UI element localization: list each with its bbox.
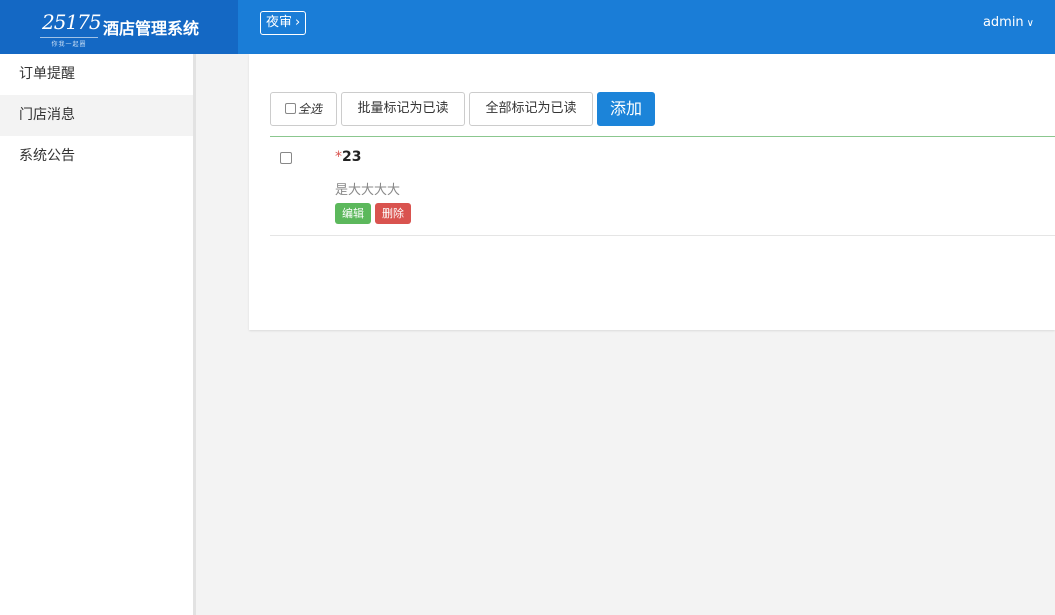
- select-all-button[interactable]: 全选: [270, 92, 337, 126]
- logo-number: 25175: [42, 10, 102, 34]
- message-content: 是大大大大: [335, 183, 401, 198]
- message-title-text: 23: [342, 149, 362, 165]
- sidebar-item-label: 门店消息: [19, 107, 75, 123]
- sidebar: 订单提醒 门店消息 系统公告: [0, 54, 196, 615]
- sidebar-item-system-notice[interactable]: 系统公告: [0, 136, 193, 177]
- sidebar-item-label: 订单提醒: [19, 66, 75, 82]
- mark-all-read-button[interactable]: 全部标记为已读: [469, 92, 593, 126]
- select-all-label: 全选: [297, 102, 322, 116]
- message-panel: 全选 批量标记为已读 全部标记为已读 添加 *23 是大大大大 编辑 删除: [249, 54, 1055, 330]
- sidebar-item-order-reminder[interactable]: 订单提醒: [0, 54, 193, 95]
- delete-button[interactable]: 删除: [375, 203, 411, 224]
- row-checkbox[interactable]: [280, 152, 292, 164]
- logo: 25175 你我一起圈: [40, 6, 102, 48]
- required-star: *: [335, 149, 342, 165]
- chevron-down-icon: ∨: [1026, 18, 1034, 29]
- logo-tagline: 你我一起圈: [40, 37, 98, 48]
- brand-area: 25175 你我一起圈 酒店管理系统: [0, 0, 238, 54]
- add-button[interactable]: 添加: [597, 92, 655, 126]
- sidebar-item-label: 系统公告: [19, 148, 75, 164]
- sidebar-item-store-messages[interactable]: 门店消息: [0, 95, 193, 136]
- user-menu[interactable]: admin ∨: [983, 15, 1034, 30]
- list-item: *23 是大大大大 编辑 删除: [270, 137, 1055, 236]
- edit-button[interactable]: 编辑: [335, 203, 371, 224]
- select-all-checkbox[interactable]: [284, 103, 296, 114]
- app-title: 酒店管理系统: [103, 19, 200, 38]
- user-name: admin: [982, 15, 1024, 30]
- night-audit-label: 夜审: [266, 15, 293, 30]
- top-header: 25175 你我一起圈 酒店管理系统 夜审 › admin ∨: [0, 0, 1055, 54]
- chevron-right-icon: ›: [295, 15, 301, 30]
- night-audit-button[interactable]: 夜审 ›: [260, 11, 307, 35]
- mark-selected-read-button[interactable]: 批量标记为已读: [341, 92, 465, 126]
- message-title: *23: [335, 149, 361, 165]
